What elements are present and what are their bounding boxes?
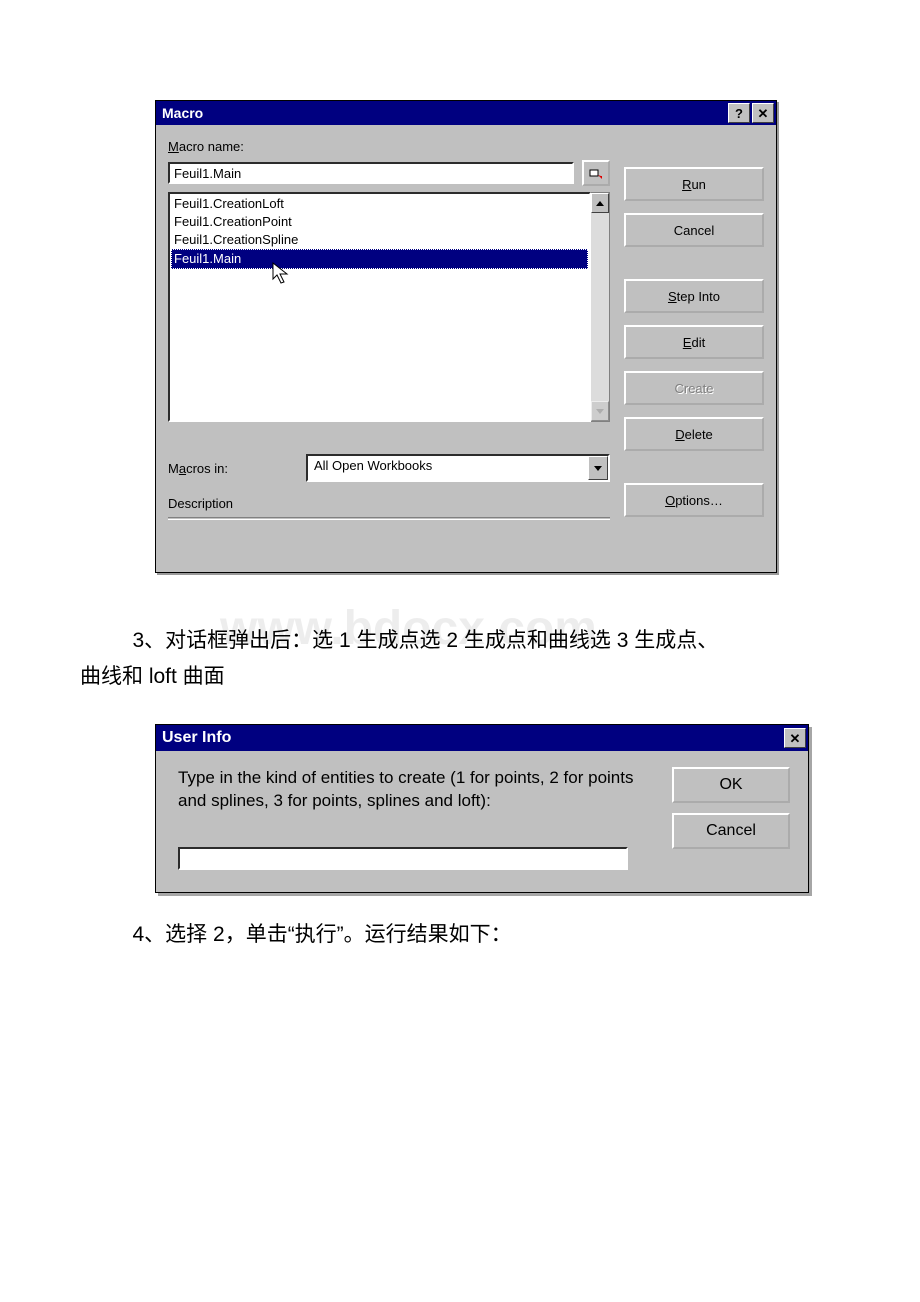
user-info-dialog: User Info ✕ Type in the kind of entities… <box>155 724 809 893</box>
body-text-1: www.bdocx.com 3、对话框弹出后：选 1 生成点选 2 生成点和曲线… <box>80 623 840 694</box>
ref-edit-icon <box>589 166 603 180</box>
list-item[interactable]: Feuil1.CreationPoint <box>171 213 588 231</box>
options-button[interactable]: Options… <box>624 483 764 517</box>
cancel-button[interactable]: Cancel <box>624 213 764 247</box>
delete-button[interactable]: Delete <box>624 417 764 451</box>
ok-button[interactable]: OK <box>672 767 790 803</box>
list-item[interactable]: Feuil1.CreationLoft <box>171 195 588 213</box>
macros-in-label: Macros in: <box>168 461 298 476</box>
body-text-2: 4、选择 2，单击“执行”。运行结果如下： <box>80 917 840 953</box>
macro-title: Macro <box>162 105 728 121</box>
macros-in-value: All Open Workbooks <box>308 456 588 480</box>
userinfo-title: User Info <box>162 729 784 747</box>
create-button: Create <box>624 371 764 405</box>
close-icon[interactable]: ✕ <box>784 728 806 748</box>
scroll-up-icon[interactable] <box>591 193 609 213</box>
description-groupbox <box>168 517 610 558</box>
userinfo-input[interactable] <box>178 847 628 870</box>
step-into-button[interactable]: Step Into <box>624 279 764 313</box>
macro-titlebar[interactable]: Macro ? ✕ <box>156 101 776 125</box>
userinfo-cancel-button[interactable]: Cancel <box>672 813 790 849</box>
list-item[interactable]: Feuil1.CreationSpline <box>171 231 588 249</box>
macros-in-dropdown[interactable]: All Open Workbooks <box>306 454 610 482</box>
userinfo-prompt: Type in the kind of entities to create (… <box>178 767 650 813</box>
help-icon[interactable]: ? <box>728 103 750 123</box>
description-label: Description <box>168 496 610 511</box>
dropdown-button[interactable] <box>588 456 608 480</box>
macro-name-label: Macro name: <box>168 139 610 154</box>
userinfo-titlebar[interactable]: User Info ✕ <box>156 725 808 751</box>
chevron-down-icon <box>594 466 602 471</box>
close-icon[interactable]: ✕ <box>752 103 774 123</box>
macro-dialog: Macro ? ✕ Macro name: <box>155 100 777 573</box>
scroll-track[interactable] <box>591 213 609 401</box>
scroll-down-icon <box>591 401 609 421</box>
run-button[interactable]: Run <box>624 167 764 201</box>
list-item[interactable]: Feuil1.Main <box>171 249 588 269</box>
ref-edit-button[interactable] <box>582 160 610 186</box>
macro-listbox[interactable]: Feuil1.CreationLoft Feuil1.CreationPoint… <box>168 192 591 422</box>
macro-name-input[interactable] <box>168 162 574 184</box>
edit-button[interactable]: Edit <box>624 325 764 359</box>
listbox-scrollbar[interactable] <box>591 192 610 422</box>
